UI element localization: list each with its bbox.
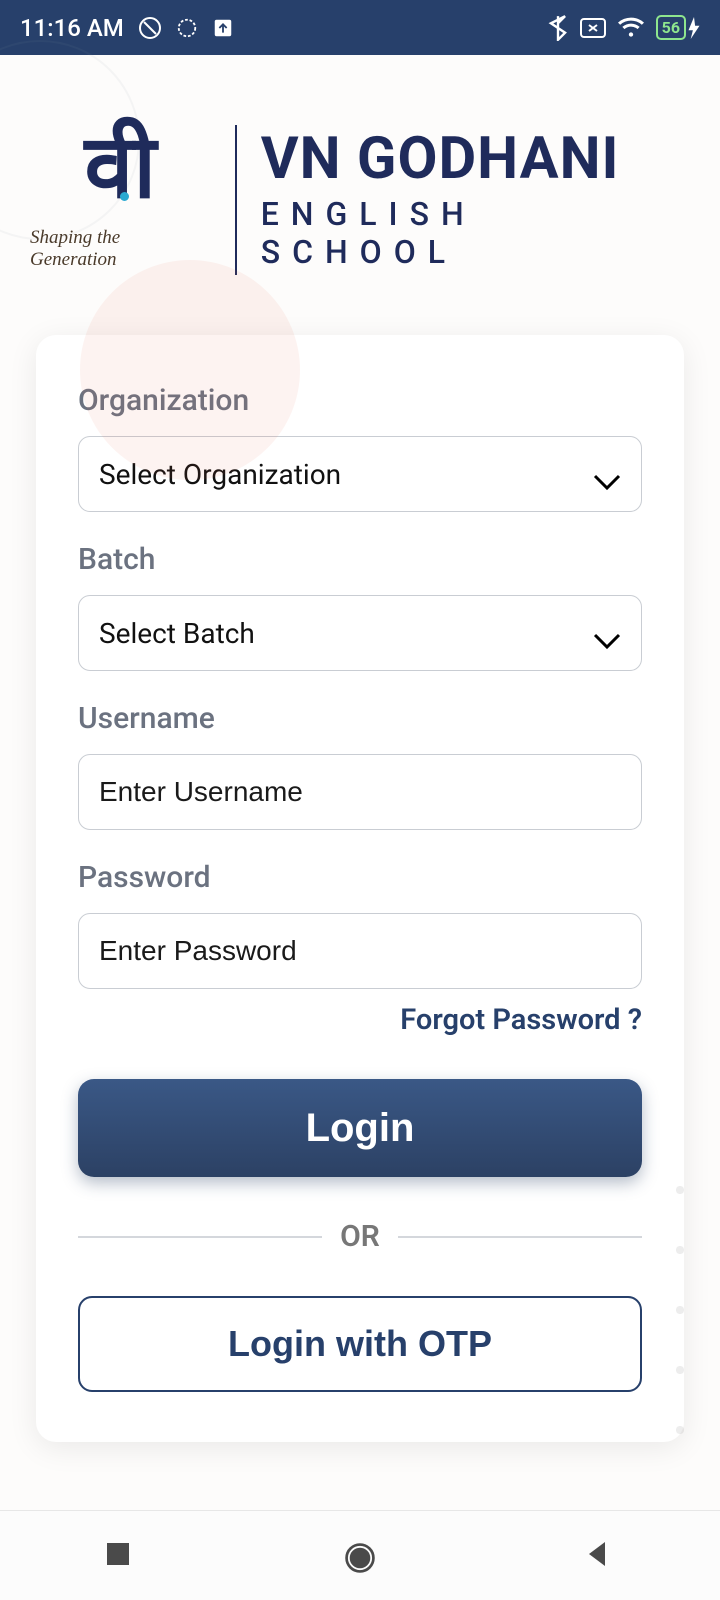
password-input[interactable] [99, 914, 621, 988]
charging-icon [688, 17, 700, 39]
screen-icon [580, 18, 606, 38]
status-bar: 11:16 AM 56 [0, 0, 720, 55]
battery-percent: 56 [656, 15, 686, 40]
battery-indicator: 56 [656, 15, 700, 40]
dnd-icon [138, 16, 162, 40]
status-time: 11:16 AM [20, 14, 124, 42]
recent-apps-icon[interactable] [103, 1539, 137, 1573]
sync-icon [176, 17, 198, 39]
login-card: Organization Select Organization Batch S… [36, 335, 684, 1442]
wifi-icon [618, 17, 644, 39]
logo-mark: वी [84, 129, 156, 208]
chevron-down-icon [593, 465, 621, 483]
back-icon[interactable] [583, 1539, 617, 1573]
chevron-down-icon [593, 624, 621, 642]
logo-text: वी [84, 120, 156, 217]
forgot-password-link[interactable]: Forgot Password ? [78, 1003, 642, 1037]
or-separator: OR [340, 1219, 380, 1254]
divider [398, 1236, 642, 1238]
bluetooth-icon [548, 15, 568, 41]
organization-label: Organization [78, 383, 642, 418]
username-input[interactable] [99, 755, 621, 829]
logo-tagline: Shaping the Generation [30, 227, 211, 271]
login-with-otp-button[interactable]: Login with OTP [78, 1296, 642, 1392]
home-icon[interactable] [343, 1539, 377, 1573]
organization-select[interactable]: Select Organization [78, 436, 642, 512]
organization-select-value: Select Organization [99, 458, 341, 491]
brand-header: वी Shaping the Generation VN GODHANI ENG… [0, 55, 720, 315]
school-name-secondary: ENGLISH SCHOOL [261, 195, 690, 271]
username-label: Username [78, 701, 642, 736]
batch-select-value: Select Batch [99, 617, 255, 650]
school-name-primary: VN GODHANI [261, 129, 690, 190]
password-label: Password [78, 860, 642, 895]
batch-label: Batch [78, 542, 642, 577]
batch-select[interactable]: Select Batch [78, 595, 642, 671]
upload-icon [212, 17, 234, 39]
system-navbar [0, 1510, 720, 1600]
divider [78, 1236, 322, 1238]
login-button[interactable]: Login [78, 1079, 642, 1177]
vertical-divider [235, 125, 237, 275]
